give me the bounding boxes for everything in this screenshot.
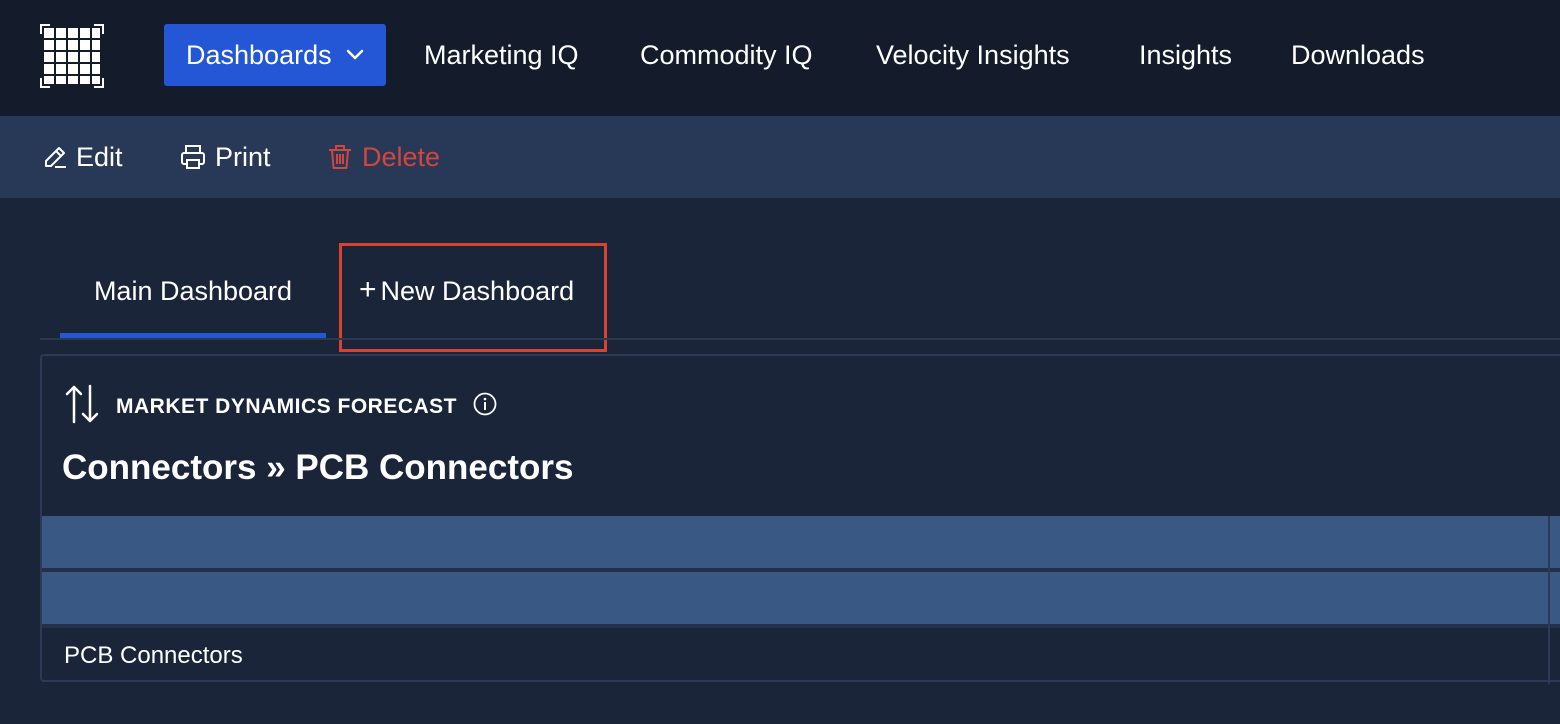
- table-header-row: [42, 516, 1560, 568]
- pencil-icon: [42, 144, 68, 170]
- card-header: MARKET DYNAMICS FORECAST: [64, 384, 497, 429]
- nav-dashboards-dropdown[interactable]: Dashboards: [164, 24, 386, 86]
- chevron-down-icon: [346, 49, 364, 61]
- nav-velocity-insights[interactable]: Velocity Insights: [876, 24, 1070, 86]
- tabs-divider: [40, 338, 1560, 340]
- print-label: Print: [215, 141, 271, 172]
- printer-icon: [179, 143, 207, 171]
- edit-button[interactable]: Edit: [42, 116, 123, 198]
- row-label: PCB Connectors: [64, 642, 243, 669]
- card-section-label: MARKET DYNAMICS FORECAST: [116, 394, 457, 418]
- nav-downloads[interactable]: Downloads: [1291, 24, 1425, 86]
- table-row[interactable]: PCB Connectors: [42, 628, 1560, 684]
- delete-button[interactable]: Delete: [326, 116, 440, 198]
- table-header-row: [42, 572, 1560, 624]
- dashboard-toolbar: Edit Print Delete: [0, 116, 1560, 198]
- info-icon[interactable]: [473, 392, 497, 421]
- new-dashboard-button[interactable]: + New Dashboard: [339, 243, 607, 352]
- delete-label: Delete: [362, 141, 441, 172]
- edit-label: Edit: [76, 141, 123, 172]
- nav-marketing-iq[interactable]: Marketing IQ: [424, 24, 579, 86]
- grid-logo-icon[interactable]: [40, 24, 104, 88]
- column-divider: [1548, 516, 1550, 684]
- nav-dashboards-label: Dashboards: [186, 40, 332, 70]
- top-navigation: Dashboards Marketing IQ Commodity IQ Vel…: [0, 0, 1560, 116]
- print-button[interactable]: Print: [179, 116, 271, 198]
- card-title: Connectors » PCB Connectors: [62, 448, 574, 487]
- sort-arrows-icon[interactable]: [64, 384, 100, 429]
- tab-main-dashboard[interactable]: Main Dashboard: [60, 250, 326, 338]
- trash-icon: [326, 143, 354, 171]
- nav-commodity-iq[interactable]: Commodity IQ: [640, 24, 813, 86]
- market-dynamics-card: MARKET DYNAMICS FORECAST Connectors » PC…: [40, 354, 1560, 684]
- plus-icon: +: [359, 273, 377, 306]
- tab-main-dashboard-label: Main Dashboard: [93, 276, 293, 306]
- nav-insights[interactable]: Insights: [1139, 24, 1232, 86]
- new-dashboard-label: New Dashboard: [380, 276, 575, 306]
